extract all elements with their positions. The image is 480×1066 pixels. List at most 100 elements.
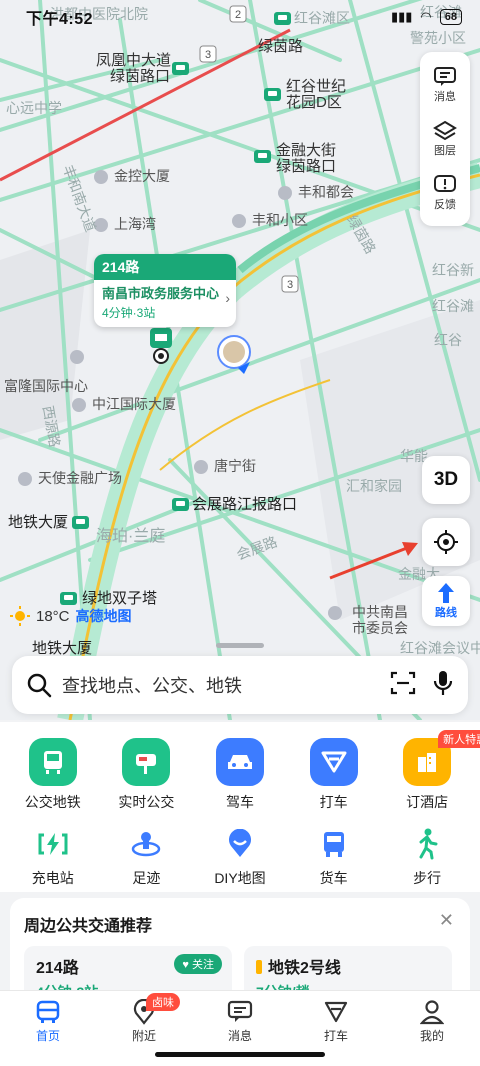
shortcut-diy-map[interactable]: DIY地图 [195,826,285,888]
truck-icon [316,826,352,862]
map-label: 绿茵路口 [110,68,171,85]
scan-icon [390,671,416,694]
shortcut-charging[interactable]: 充电站 [8,826,98,888]
taxi-icon [309,738,358,786]
map-label: 心远中学 [6,100,62,116]
realtime-bus-icon [122,738,171,786]
map-label: 汇和家园 [346,478,402,494]
map-label: 丰和都会 [298,184,354,200]
map-label: 花园D区 [286,94,342,111]
feedback-button[interactable]: 反馈 [420,166,470,220]
map-label: 红谷世纪 [286,78,347,95]
tab-home[interactable]: 首页 [8,997,88,1066]
shortcut-label: 货车 [319,870,348,886]
promo-badge: 新人特惠 [438,730,480,748]
poi-icon [18,472,32,486]
map-view[interactable]: 2 3 3 洪都中医院北院 红谷滩区 红谷滩 警苑小区 凤凰中大道 绿茵路口 绿… [0,0,480,720]
bus-metro-icon [28,738,77,786]
tab-label: 打车 [323,1029,348,1043]
shortcut-label: 打车 [319,794,348,810]
shortcut-bus-metro[interactable]: 公交地铁 [8,738,98,812]
layers-button[interactable]: 图层 [420,112,470,166]
map-label: 金控大厦 [114,168,170,184]
search-input[interactable]: 查找地点、公交、地铁 [62,672,374,698]
shortcut-realtime-bus[interactable]: 实时公交 [101,738,191,812]
map-label: 上海湾 [114,216,156,232]
bus-stop-icon [60,592,77,605]
shortcut-label: 步行 [413,870,442,886]
poi-icon [328,606,342,620]
map-label: 海珀·兰庭 [96,528,166,545]
poi-icon [194,460,208,474]
feedback-icon [434,175,456,192]
shortcut-label: 驾车 [225,794,254,810]
map-label: 绿茵路口 [276,158,337,175]
search-icon [27,673,52,698]
3d-toggle-button[interactable]: 3D [422,456,470,504]
follow-button[interactable]: ♥ 关注 [174,954,222,974]
follow-label: 关注 [192,959,214,971]
bus-stop-icon [172,498,189,511]
layers-label: 图层 [434,145,456,157]
shortcut-label: 实时公交 [118,794,175,810]
shortcut-hotel[interactable]: 新人特惠 订酒店 [382,730,480,812]
map-label: 金融大街 [276,142,337,159]
map-label: 富隆国际中心 [4,378,88,394]
transit-name: 地铁2号线 [268,960,341,977]
feedback-label: 反馈 [434,199,456,211]
signal-icon: ▮▮▮ [390,9,413,24]
shortcut-label: 足迹 [132,870,161,886]
map-label: 绿地双子塔 [82,590,158,607]
scan-button[interactable] [390,671,416,700]
map-label: 红谷滩 [432,298,474,314]
poi-icon [232,214,246,228]
bus-stop-icon [254,150,271,163]
voice-button[interactable] [432,670,454,701]
transit-title: 周边公共交通推荐 [24,918,153,935]
close-icon[interactable]: ✕ [439,910,454,931]
map-label: 市委员会 [352,620,408,636]
tab-profile[interactable]: 我的 [392,997,472,1066]
charging-icon [35,826,71,862]
locate-icon [434,530,458,554]
car-icon [215,738,264,786]
map-label: 唐宁街 [214,458,256,474]
route-name: 214路 [94,254,236,280]
shortcut-walk[interactable]: 步行 [382,826,472,888]
map-label: 凤凰中大道 [96,52,172,69]
wifi-icon: ◠ [420,9,432,24]
amap-logo: 高德地图 [75,608,132,624]
tab-label: 我的 [419,1029,444,1043]
route-stop: 南昌市政务服务中心 [102,286,220,301]
map-label: 中江国际大厦 [92,396,176,412]
map-label: 地铁大厦 [8,514,69,531]
shortcut-footprint[interactable]: 足迹 [101,826,191,888]
road-number: 3 [287,279,294,291]
messages-label: 消息 [434,91,456,103]
route-callout[interactable]: 214路 南昌市政务服务中心 4分钟·3站 › [94,254,236,327]
sheet-drag-handle[interactable] [216,643,264,648]
route-button[interactable]: 路线 [422,576,470,626]
route-eta: 4分钟·3站 [102,306,156,320]
bus-stop-icon [172,62,189,75]
map-label: 红谷 [434,332,462,348]
microphone-icon [433,670,453,695]
weather-widget[interactable]: 18°C 高德地图 [10,606,132,626]
messages-button[interactable]: 消息 [420,58,470,112]
message-icon [227,1000,253,1022]
locate-button[interactable] [422,518,470,566]
shortcut-drive[interactable]: 驾车 [195,738,285,812]
bus-stop-icon [72,516,89,529]
tab-label: 首页 [35,1029,60,1043]
home-indicator[interactable] [155,1052,325,1057]
status-bar: 下午4:52 ▮▮▮ ◠ 68 [0,0,480,34]
bus-stop-icon [264,88,281,101]
route-label: 路线 [435,607,457,619]
shortcut-label: DIY地图 [214,870,266,886]
map-label: 地铁大厦 [32,640,93,657]
map-label: 绿茵路 [258,38,304,55]
temperature: 18°C [36,607,70,625]
shortcut-truck[interactable]: 货车 [289,826,379,888]
search-bar[interactable]: 查找地点、公交、地铁 [12,656,468,714]
shortcut-taxi[interactable]: 打车 [289,738,379,812]
